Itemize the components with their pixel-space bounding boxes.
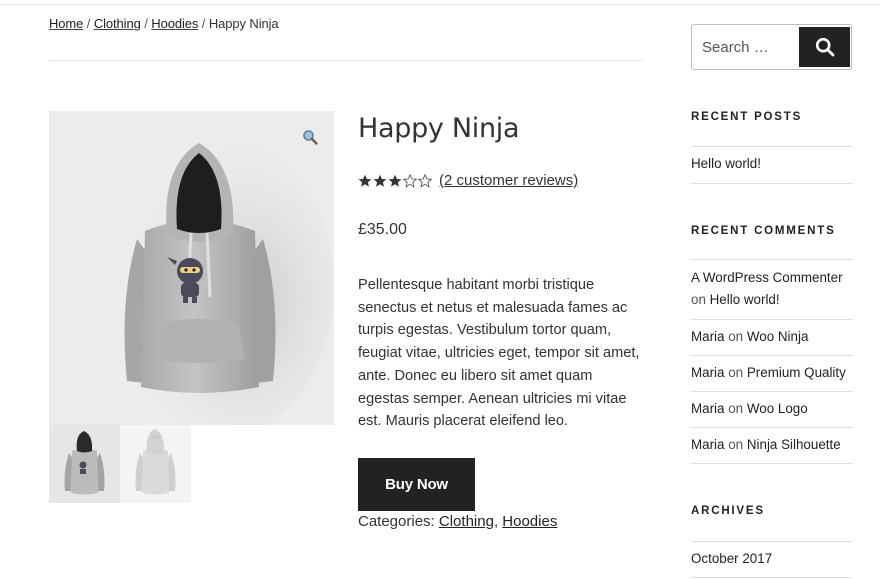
comment-author: Maria	[691, 365, 725, 380]
widget-divider	[691, 319, 852, 320]
breadcrumb-separator: /	[86, 16, 91, 31]
product-price: £35.00	[358, 221, 407, 238]
widget-divider	[691, 391, 852, 392]
breadcrumb-separator: /	[144, 16, 148, 31]
recent-post-link[interactable]: Hello world!	[691, 156, 761, 171]
magnifier-zoom-icon[interactable]	[301, 128, 319, 146]
widget-divider	[691, 427, 852, 428]
recent-posts-title: RECENT POSTS	[691, 111, 803, 123]
recent-comment-item: Maria on Woo Logo	[691, 398, 852, 420]
breadcrumb-divider	[49, 60, 643, 61]
category-clothing-link[interactable]: Clothing	[439, 513, 494, 530]
archives-title: ARCHIVES	[691, 505, 765, 517]
breadcrumb-home-link[interactable]: Home	[49, 16, 83, 31]
comment-author: Maria	[691, 329, 725, 344]
product-title: Happy Ninja	[358, 113, 520, 144]
recent-comment-item: Maria on Ninja Silhouette	[691, 434, 852, 456]
star-filled-icon	[358, 174, 372, 187]
widget-divider	[691, 259, 852, 260]
hoodie-front-thumbnail	[64, 431, 105, 495]
breadcrumb-separator: /	[201, 16, 206, 31]
star-empty-icon	[403, 173, 417, 188]
recent-comment-item: Maria on Premium Quality	[691, 362, 852, 384]
search-form	[691, 24, 852, 70]
widget-divider	[691, 463, 852, 464]
categories-label: Categories:	[358, 513, 435, 530]
customer-reviews-link[interactable]: (2 customer reviews)	[439, 172, 578, 189]
comment-post-link[interactable]: Ninja Silhouette	[747, 437, 841, 452]
archive-link[interactable]: October 2017	[691, 551, 772, 566]
widget-divider	[691, 541, 852, 542]
recent-comment-item: Maria on Woo Ninja	[691, 326, 852, 348]
buy-now-button[interactable]: Buy Now	[358, 458, 475, 511]
widget-divider	[691, 146, 852, 147]
recent-comments-title: RECENT COMMENTS	[691, 225, 836, 237]
product-thumbnail-1[interactable]	[49, 425, 120, 503]
widget-divider	[691, 577, 852, 578]
star-empty-icon	[418, 173, 432, 188]
product-thumbnail-2[interactable]	[120, 425, 191, 503]
hoodie-back-thumbnail	[135, 429, 176, 495]
comment-on-label: on	[728, 437, 744, 452]
comment-on-label: on	[728, 401, 744, 416]
comment-post-link[interactable]: Hello world!	[710, 292, 780, 307]
comment-author: Maria	[691, 437, 725, 452]
star-filled-icon	[373, 174, 387, 187]
star-rating	[358, 173, 432, 188]
search-button[interactable]	[799, 27, 850, 67]
search-icon	[815, 37, 834, 57]
category-hoodies-link[interactable]: Hoodies	[502, 513, 557, 530]
widget-divider	[691, 355, 852, 356]
product-description: Pellentesque habitant morbi tristique se…	[358, 277, 640, 430]
comment-author-link[interactable]: A WordPress Commenter	[691, 270, 843, 285]
breadcrumb-current: Happy Ninja	[208, 16, 279, 31]
archive-item: October 2017	[691, 548, 852, 570]
comment-author: Maria	[691, 401, 725, 416]
recent-post-item: Hello world!	[691, 153, 852, 175]
breadcrumb: Home / Clothing / Hoodies / Happy Ninja	[49, 16, 279, 31]
comment-post-link[interactable]: Woo Ninja	[747, 329, 809, 344]
categories-separator: ,	[493, 513, 499, 530]
breadcrumb-clothing-link[interactable]: Clothing	[94, 16, 141, 31]
comment-post-link[interactable]: Woo Logo	[747, 401, 808, 416]
product-categories: Categories: Clothing, Hoodies	[358, 513, 557, 530]
breadcrumb-hoodies-link[interactable]: Hoodies	[151, 16, 198, 31]
search-input[interactable]	[692, 25, 799, 69]
star-filled-icon	[388, 174, 402, 187]
header-divider	[0, 4, 880, 5]
widget-divider	[691, 183, 852, 184]
recent-comment-item: A WordPress Commenter on Hello world!	[691, 267, 852, 310]
product-main-image[interactable]	[49, 111, 334, 425]
comment-on-label: on	[728, 365, 744, 380]
hoodie-image	[114, 136, 334, 425]
comment-on-label: on	[691, 291, 706, 307]
product-rating: (2 customer reviews)	[358, 172, 578, 189]
comment-on-label: on	[728, 329, 744, 344]
comment-post-link[interactable]: Premium Quality	[747, 365, 846, 380]
